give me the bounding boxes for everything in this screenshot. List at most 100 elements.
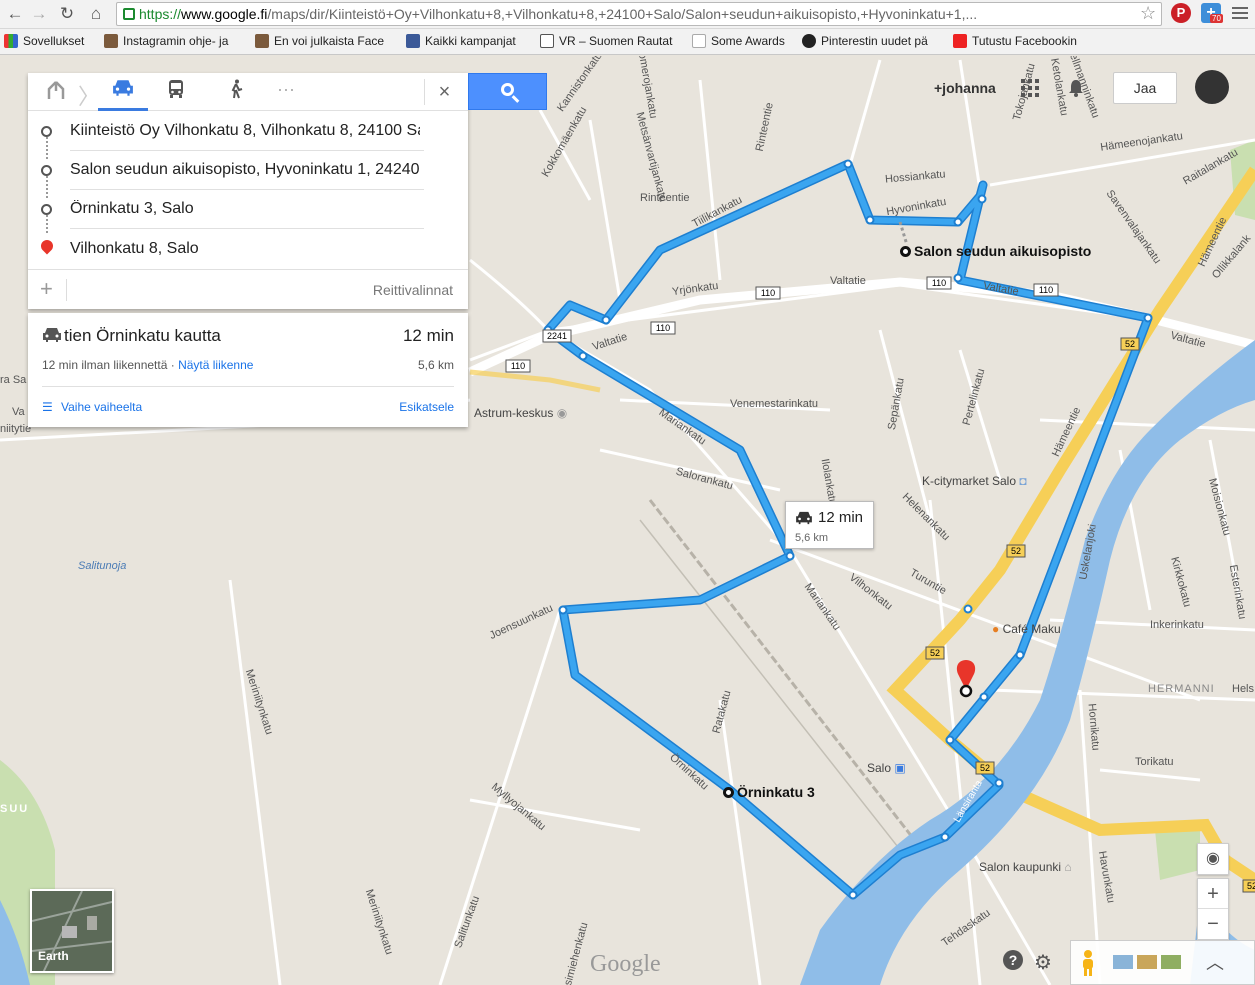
pinterest-extension-icon[interactable]: P [1171, 3, 1191, 23]
search-icon [501, 83, 514, 96]
route-info-bubble[interactable]: 12 min 5,6 km [785, 501, 874, 549]
step-by-step-link[interactable]: ☰ Vaihe vaiheelta [42, 400, 142, 414]
pegman-icon[interactable] [1079, 949, 1097, 977]
bookmark-item[interactable]: En voi julkaista Face [255, 34, 391, 48]
car-icon [43, 328, 61, 342]
zoom-in-button[interactable]: + [1198, 879, 1228, 909]
reload-icon[interactable]: ↻ [56, 3, 78, 25]
waypoint-row[interactable]: Örninkatu 3, Salo [28, 190, 468, 229]
walking-icon [231, 79, 243, 99]
share-button[interactable]: Jaa [1113, 72, 1177, 104]
browser-menu-icon[interactable] [1232, 4, 1248, 22]
notifications-bell-icon[interactable] [1067, 78, 1085, 98]
svg-text:52: 52 [980, 763, 990, 773]
svg-text:110: 110 [1039, 285, 1053, 295]
svg-text:52: 52 [930, 648, 940, 658]
imagery-thumbnail[interactable] [1137, 955, 1157, 969]
waypoint-row[interactable]: Kiinteistö Oy Vilhonkatu 8, Vilhonkatu 8… [28, 112, 468, 151]
bus-icon [169, 80, 183, 98]
route-distance: 5,6 km [417, 358, 454, 372]
add-destination-button[interactable]: + [40, 276, 53, 302]
place-orninkatu[interactable]: Örninkatu 3 [723, 784, 815, 800]
building-icon: ⌂ [1064, 860, 1072, 874]
street-label: Inkerinkatu [1150, 619, 1204, 631]
apps-grid-icon[interactable] [1021, 79, 1039, 97]
bookmark-item[interactable]: Some Awards [692, 34, 792, 48]
waypoint-input[interactable]: Örninkatu 3, Salo [70, 200, 420, 218]
poi-kcitymarket[interactable]: K-citymarket Salo ◘ [922, 474, 1027, 488]
url-scheme: https:// [139, 6, 182, 22]
directions-icon[interactable] [38, 79, 74, 105]
imagery-thumbnail[interactable] [1161, 955, 1181, 969]
location-target-icon: ◉ [1206, 850, 1220, 867]
earth-label: Earth [38, 949, 69, 963]
more-modes-icon[interactable]: ··· [268, 79, 304, 105]
zoom-control: + − [1197, 878, 1229, 940]
route-options-link[interactable]: Reittivalinnat [373, 282, 453, 298]
home-icon[interactable]: ⌂ [85, 3, 107, 25]
expand-chevron-icon[interactable]: ︿ [1206, 949, 1224, 975]
cafe-icon: ● [992, 622, 1000, 636]
waypoint-icon [900, 246, 911, 257]
svg-text:110: 110 [761, 288, 775, 298]
show-traffic-link[interactable]: Näytä liikenne [178, 358, 253, 372]
street-label: Va [12, 406, 25, 418]
waypoint-dot-icon [41, 165, 52, 176]
earth-view-toggle[interactable]: Earth [30, 889, 114, 973]
street-label: ra Sa [0, 374, 27, 386]
street-label: niitytie [0, 423, 32, 435]
directions-panel: 〉 ··· × Kiinteistö Oy Vilhonkatu 8, Vilh… [28, 73, 468, 309]
area-label: SUU [0, 803, 30, 815]
area-label: HERMANNI [1148, 683, 1215, 695]
bookmark-star-icon[interactable]: ☆ [1140, 3, 1156, 24]
route-result-card[interactable]: tien Örninkatu kautta 12 min 12 min ilma… [28, 313, 468, 427]
help-icon[interactable]: ? [1003, 950, 1023, 970]
place-aikuisopisto[interactable]: Salon seudun aikuisopisto [900, 243, 1091, 259]
bookmark-item[interactable]: Sovellukset [4, 34, 104, 48]
poi-salo-station[interactable]: Salo ▣ [867, 761, 906, 775]
forward-arrow-icon[interactable]: → [28, 3, 50, 25]
avatar[interactable] [1195, 70, 1229, 104]
waypoint-input[interactable]: Kiinteistö Oy Vilhonkatu 8, Vilhonkatu 8… [70, 122, 420, 140]
back-arrow-icon[interactable]: ← [4, 3, 26, 25]
poi-astrum[interactable]: Astrum-keskus ◉ [474, 406, 567, 420]
tab-transit[interactable] [158, 79, 194, 105]
address-bar[interactable]: https://www.google.fi/maps/dir/Kiinteist… [116, 2, 1162, 26]
svg-text:2241: 2241 [547, 331, 567, 341]
poi-cafe[interactable]: ● Café Maku [992, 622, 1061, 636]
bookmark-item[interactable]: VR – Suomen Rautat [540, 34, 674, 48]
add-destination-row: + Reittivalinnat [28, 269, 468, 309]
shopping-icon: ◘ [1019, 474, 1027, 488]
waypoint-row[interactable]: Vilhonkatu 8, Salo [28, 230, 468, 269]
search-button[interactable] [468, 73, 547, 110]
waypoint-input[interactable]: Vilhonkatu 8, Salo [70, 240, 420, 258]
zoom-out-button[interactable]: − [1198, 909, 1228, 939]
page-icon [692, 34, 706, 48]
bookmark-item[interactable]: Instagramin ohje- ja [104, 34, 242, 48]
bookmark-item[interactable]: Tutustu Facebookin [953, 34, 1083, 48]
preview-link[interactable]: Esikatsele [399, 400, 454, 414]
video-icon [540, 34, 554, 48]
list-icon: ☰ [42, 400, 53, 414]
url-host: www.google.fi [181, 6, 268, 22]
settings-gear-icon[interactable]: ⚙ [1034, 950, 1052, 975]
travel-mode-bar: 〉 ··· × [28, 73, 468, 111]
close-icon[interactable]: × [424, 79, 464, 105]
user-link[interactable]: +johanna [934, 80, 996, 96]
route-title: tien Örninkatu kautta [64, 326, 221, 345]
poi-kaupunki[interactable]: Salon kaupunki ⌂ [979, 860, 1072, 874]
bubble-duration: 12 min [818, 509, 864, 526]
facebook-icon [406, 34, 420, 48]
svg-text:52: 52 [1247, 881, 1255, 891]
poi-dot-icon: ◉ [556, 406, 568, 420]
waypoint-row[interactable]: Salon seudun aikuisopisto, Hyvoninkatu 1… [28, 151, 468, 190]
train-station-icon: ▣ [894, 761, 906, 775]
tab-walking[interactable] [218, 79, 254, 105]
imagery-thumbnail[interactable] [1113, 955, 1133, 969]
car-icon [113, 80, 133, 96]
waypoint-input[interactable]: Salon seudun aikuisopisto, Hyvoninkatu 1… [70, 161, 420, 179]
bookmark-item[interactable]: Kaikki kampanjat [406, 34, 531, 48]
my-location-button[interactable]: ◉ [1197, 843, 1229, 875]
tab-driving[interactable] [98, 79, 148, 111]
bookmark-item[interactable]: Pinterestin uudet pä [802, 34, 938, 48]
